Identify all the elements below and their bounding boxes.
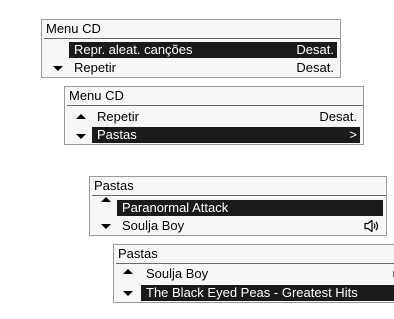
- menu-item-value: Desat.: [296, 42, 334, 57]
- scroll-down-arrow-icon[interactable]: [53, 66, 63, 71]
- scroll-up-arrow-icon[interactable]: [76, 114, 86, 119]
- menu-item-repeat[interactable]: Repetir Desat.: [69, 60, 337, 76]
- folder-item-label: Soulja Boy: [146, 266, 209, 281]
- folder-item-soulja-boy[interactable]: Soulja Boy: [117, 218, 383, 234]
- screen-title: Pastas: [118, 246, 158, 261]
- menu-item-label: Repr. aleat. canções: [74, 42, 193, 57]
- menu-cd-screen-2: Menu CD Repetir Desat. Pastas >: [64, 86, 364, 145]
- menu-item-shuffle[interactable]: Repr. aleat. canções Desat.: [69, 42, 337, 58]
- folder-item-paranormal-attack[interactable]: Paranormal Attack: [117, 200, 383, 216]
- scroll-down-arrow-icon[interactable]: [101, 224, 111, 229]
- folder-item-label: The Black Eyed Peas - Greatest Hits: [146, 285, 358, 300]
- menu-item-repeat[interactable]: Repetir Desat.: [92, 109, 360, 125]
- screen-title: Menu CD: [69, 88, 124, 103]
- menu-cd-screen-1: Menu CD Repr. aleat. canções Desat. Repe…: [41, 19, 341, 78]
- menu-item-label: Pastas: [97, 127, 137, 142]
- menu-item-label: Repetir: [74, 60, 116, 75]
- submenu-chevron: >: [349, 127, 357, 142]
- title-divider: [44, 38, 340, 39]
- scroll-down-arrow-icon[interactable]: [123, 291, 133, 296]
- scroll-up-arrow-icon[interactable]: [101, 197, 111, 202]
- folder-item-label: Soulja Boy: [122, 218, 185, 233]
- scroll-down-arrow-icon[interactable]: [76, 134, 86, 139]
- screen-title: Menu CD: [46, 21, 101, 36]
- title-divider: [92, 195, 386, 196]
- title-divider: [116, 263, 394, 264]
- screen-title: Pastas: [94, 178, 134, 193]
- folder-item-black-eyed-peas[interactable]: The Black Eyed Peas - Greatest Hits: [141, 285, 394, 301]
- speaker-icon: [364, 219, 379, 233]
- folders-screen-1: Pastas Paranormal Attack Soulja Boy: [89, 176, 387, 236]
- folder-item-soulja-boy[interactable]: Soulja Boy: [141, 266, 394, 282]
- title-divider: [67, 105, 363, 106]
- menu-item-folders[interactable]: Pastas >: [92, 127, 360, 143]
- scroll-up-arrow-icon[interactable]: [123, 269, 133, 274]
- menu-item-value: Desat.: [296, 60, 334, 75]
- folder-item-label: Paranormal Attack: [122, 200, 229, 215]
- menu-item-label: Repetir: [97, 109, 139, 124]
- folders-screen-2: Pastas Soulja Boy The Black Eyed Peas - …: [113, 244, 394, 303]
- menu-item-value: Desat.: [319, 109, 357, 124]
